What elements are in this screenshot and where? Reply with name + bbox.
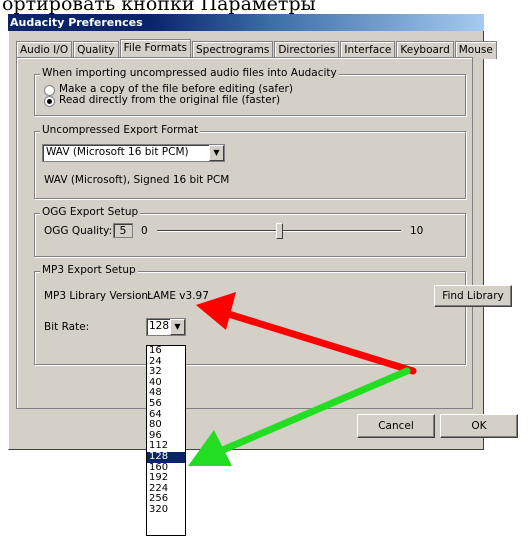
green-arrow-icon	[188, 367, 411, 466]
green-arrow-shaft	[214, 367, 411, 456]
red-arrow-head	[196, 292, 236, 330]
red-arrow-icon	[196, 292, 417, 375]
annotation-arrows	[188, 292, 417, 466]
red-arrow-shaft	[218, 308, 417, 375]
